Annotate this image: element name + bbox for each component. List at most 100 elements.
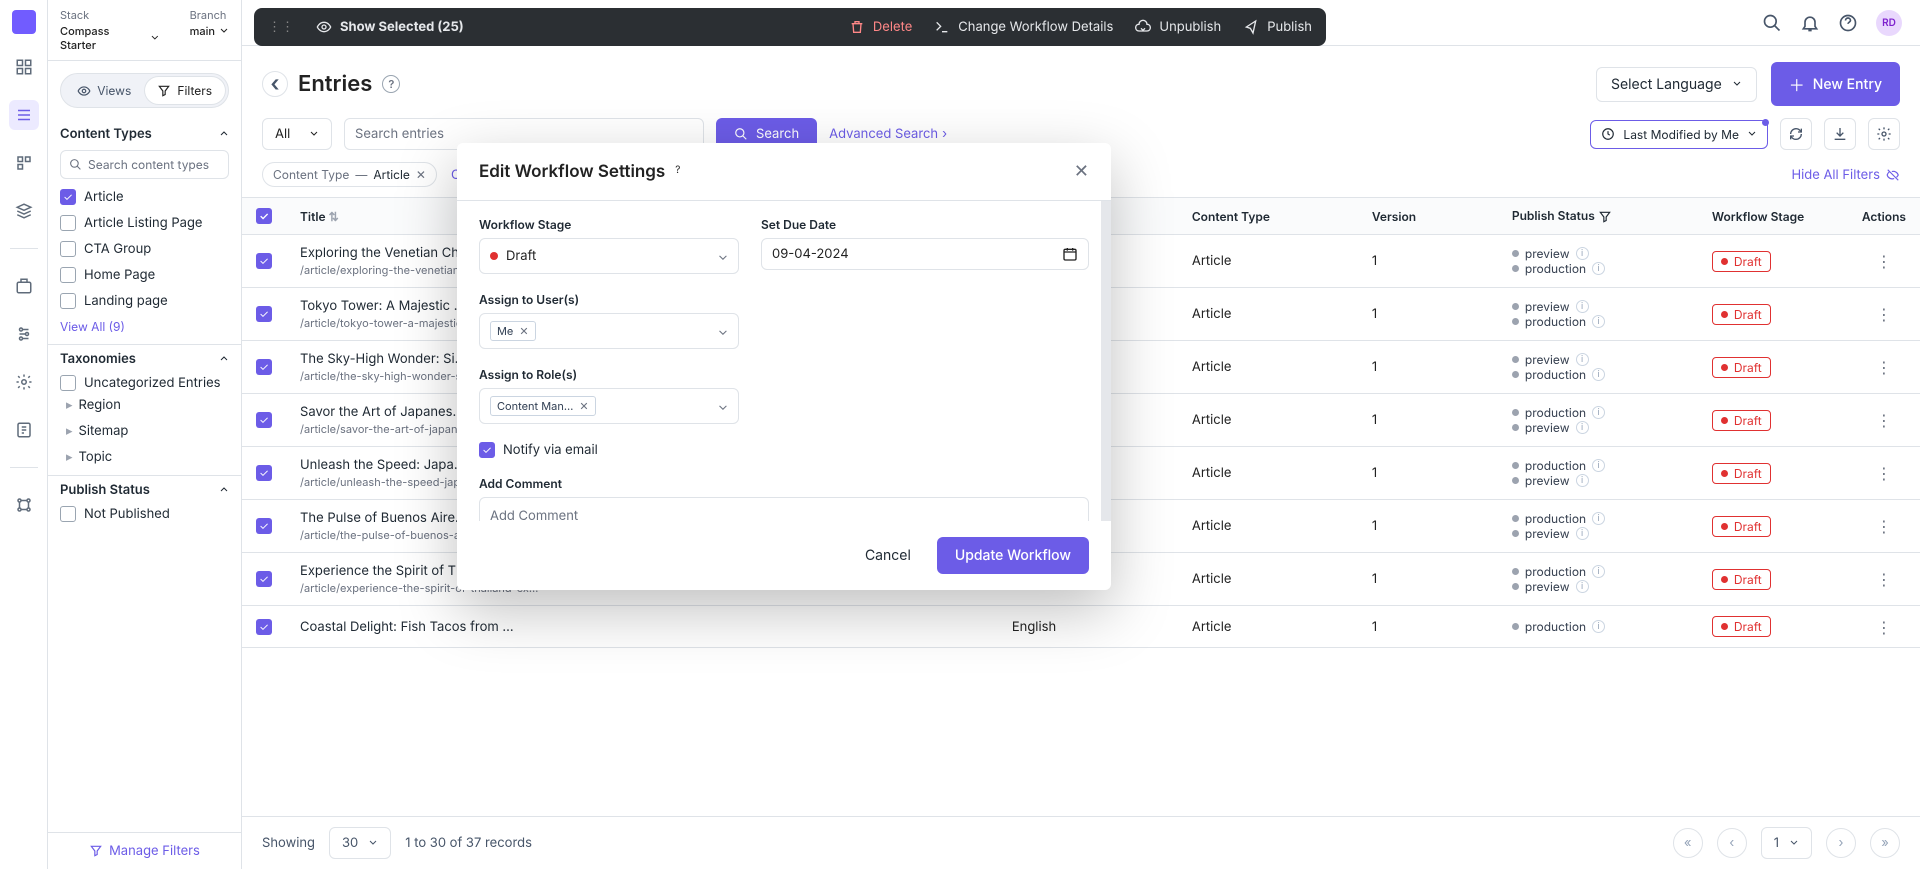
back-button[interactable]: ‹ — [262, 71, 288, 97]
view-all-types-link[interactable]: View All (9) — [60, 319, 229, 334]
rail-settings-icon[interactable] — [9, 367, 39, 397]
views-tab[interactable]: Views — [64, 77, 145, 104]
taxonomy-item[interactable]: ▸Topic — [60, 449, 229, 465]
col-content-type[interactable]: Content Type — [1178, 198, 1358, 235]
branch-label: Branch — [190, 8, 229, 22]
assign-users-select[interactable]: Me✕⌄ — [479, 313, 739, 349]
row-checkbox[interactable] — [256, 359, 272, 375]
stage-badge: Draft — [1712, 463, 1771, 484]
notify-email-checkbox[interactable]: Notify via email — [479, 442, 1089, 458]
rail-extensions-icon[interactable] — [9, 490, 39, 520]
prev-page-button[interactable]: ‹ — [1717, 828, 1747, 858]
col-actions: Actions — [1848, 198, 1920, 235]
branch-selector[interactable]: main — [190, 24, 229, 38]
search-icon[interactable] — [1762, 13, 1782, 33]
manage-filters-button[interactable]: Manage Filters — [48, 832, 241, 869]
help-tooltip-icon[interactable]: ? — [382, 75, 400, 93]
refresh-button[interactable] — [1780, 118, 1812, 150]
bulk-delete-button[interactable]: Delete — [849, 19, 912, 35]
row-checkbox[interactable] — [256, 253, 272, 269]
row-checkbox[interactable] — [256, 306, 272, 322]
content-type-search[interactable]: Search content types — [60, 150, 229, 179]
update-workflow-button[interactable]: Update Workflow — [937, 537, 1089, 574]
workflow-stage-select[interactable]: Draft⌄ — [479, 238, 739, 274]
help-icon[interactable] — [1838, 13, 1858, 33]
taxonomies-heading[interactable]: Taxonomies — [60, 351, 229, 367]
comment-label: Add Comment — [479, 476, 1089, 491]
hide-filters-link[interactable]: Hide All Filters — [1791, 167, 1900, 183]
show-selected-button[interactable]: Show Selected (25) — [316, 19, 464, 35]
select-all-checkbox[interactable] — [256, 208, 272, 224]
row-checkbox[interactable] — [256, 619, 272, 635]
scope-dropdown[interactable]: All — [262, 118, 332, 150]
row-actions-menu[interactable]: ⋮ — [1848, 606, 1920, 648]
bell-icon[interactable] — [1800, 13, 1820, 33]
page-size-select[interactable]: 30 — [329, 827, 391, 859]
assign-roles-select[interactable]: Content Man…✕⌄ — [479, 388, 739, 424]
row-actions-menu[interactable]: ⋮ — [1848, 447, 1920, 500]
taxonomy-item[interactable]: ▸Sitemap — [60, 423, 229, 439]
chip-remove-icon[interactable]: ✕ — [416, 167, 426, 182]
rail-tasks-icon[interactable] — [9, 415, 39, 445]
last-page-button[interactable]: » — [1870, 828, 1900, 858]
table-row[interactable]: Coastal Delight: Fish Tacos from …Englis… — [242, 606, 1920, 648]
first-page-button[interactable]: « — [1673, 828, 1703, 858]
language-select[interactable]: Select Language — [1596, 67, 1757, 102]
rail-builder-icon[interactable] — [9, 148, 39, 178]
content-type-chip[interactable]: Content Type—Article✕ — [262, 162, 437, 187]
not-published-checkbox[interactable]: Not Published — [60, 506, 229, 522]
rail-assets-icon[interactable] — [9, 196, 39, 226]
last-modified-filter[interactable]: Last Modified by Me — [1590, 120, 1768, 149]
content-types-heading[interactable]: Content Types — [60, 126, 229, 142]
content-type-checkbox[interactable]: Landing page — [60, 293, 229, 309]
bulk-change-workflow-button[interactable]: Change Workflow Details — [934, 19, 1113, 35]
modal-title: Edit Workflow Settings — [479, 162, 665, 182]
row-checkbox[interactable] — [256, 571, 272, 587]
grip-icon[interactable]: ⋮⋮ — [268, 19, 294, 35]
user-avatar[interactable]: RD — [1876, 10, 1902, 36]
app-logo — [12, 10, 36, 34]
publish-status-heading[interactable]: Publish Status — [60, 482, 229, 498]
modal-help-icon[interactable]: ? — [675, 164, 691, 180]
uncategorized-checkbox[interactable]: Uncategorized Entries — [60, 375, 229, 391]
assign-users-label: Assign to User(s) — [479, 292, 739, 307]
tag-remove-icon[interactable]: ✕ — [579, 399, 588, 413]
content-type-checkbox[interactable]: Article Listing Page — [60, 215, 229, 231]
content-type-checkbox[interactable]: Article — [60, 189, 229, 205]
rail-releases-icon[interactable] — [9, 271, 39, 301]
next-page-button[interactable]: › — [1826, 828, 1856, 858]
rail-automations-icon[interactable] — [9, 319, 39, 349]
bulk-publish-button[interactable]: Publish — [1243, 19, 1312, 35]
export-button[interactable] — [1824, 118, 1856, 150]
tag-remove-icon[interactable]: ✕ — [519, 324, 528, 338]
row-actions-menu[interactable]: ⋮ — [1848, 553, 1920, 606]
content-type-checkbox[interactable]: CTA Group — [60, 241, 229, 257]
new-entry-button[interactable]: ＋New Entry — [1771, 62, 1900, 106]
stack-selector[interactable]: Compass Starter — [60, 24, 160, 52]
row-actions-menu[interactable]: ⋮ — [1848, 235, 1920, 288]
content-type-checkbox[interactable]: Home Page — [60, 267, 229, 283]
cancel-button[interactable]: Cancel — [865, 547, 911, 564]
row-actions-menu[interactable]: ⋮ — [1848, 500, 1920, 553]
row-actions-menu[interactable]: ⋮ — [1848, 288, 1920, 341]
comment-input[interactable]: Add Comment — [479, 497, 1089, 521]
page-number-select[interactable]: 1 — [1761, 827, 1812, 859]
rail-dashboard-icon[interactable] — [9, 52, 39, 82]
taxonomy-item[interactable]: ▸Region — [60, 397, 229, 413]
col-publish-status[interactable]: Publish Status — [1498, 198, 1698, 235]
due-date-input[interactable]: 09-04-2024 — [761, 238, 1089, 270]
col-version[interactable]: Version — [1358, 198, 1498, 235]
row-actions-menu[interactable]: ⋮ — [1848, 394, 1920, 447]
rail-entries-icon[interactable] — [9, 100, 39, 130]
row-actions-menu[interactable]: ⋮ — [1848, 341, 1920, 394]
row-checkbox[interactable] — [256, 412, 272, 428]
bulk-unpublish-button[interactable]: Unpublish — [1135, 19, 1221, 35]
row-checkbox[interactable] — [256, 518, 272, 534]
col-workflow-stage[interactable]: Workflow Stage — [1698, 198, 1848, 235]
filters-tab[interactable]: Filters — [145, 77, 226, 104]
modal-close-button[interactable]: ✕ — [1074, 161, 1089, 182]
workflow-stage-label: Workflow Stage — [479, 217, 739, 232]
advanced-search-link[interactable]: Advanced Search › — [829, 126, 947, 142]
table-settings-button[interactable] — [1868, 118, 1900, 150]
row-checkbox[interactable] — [256, 465, 272, 481]
